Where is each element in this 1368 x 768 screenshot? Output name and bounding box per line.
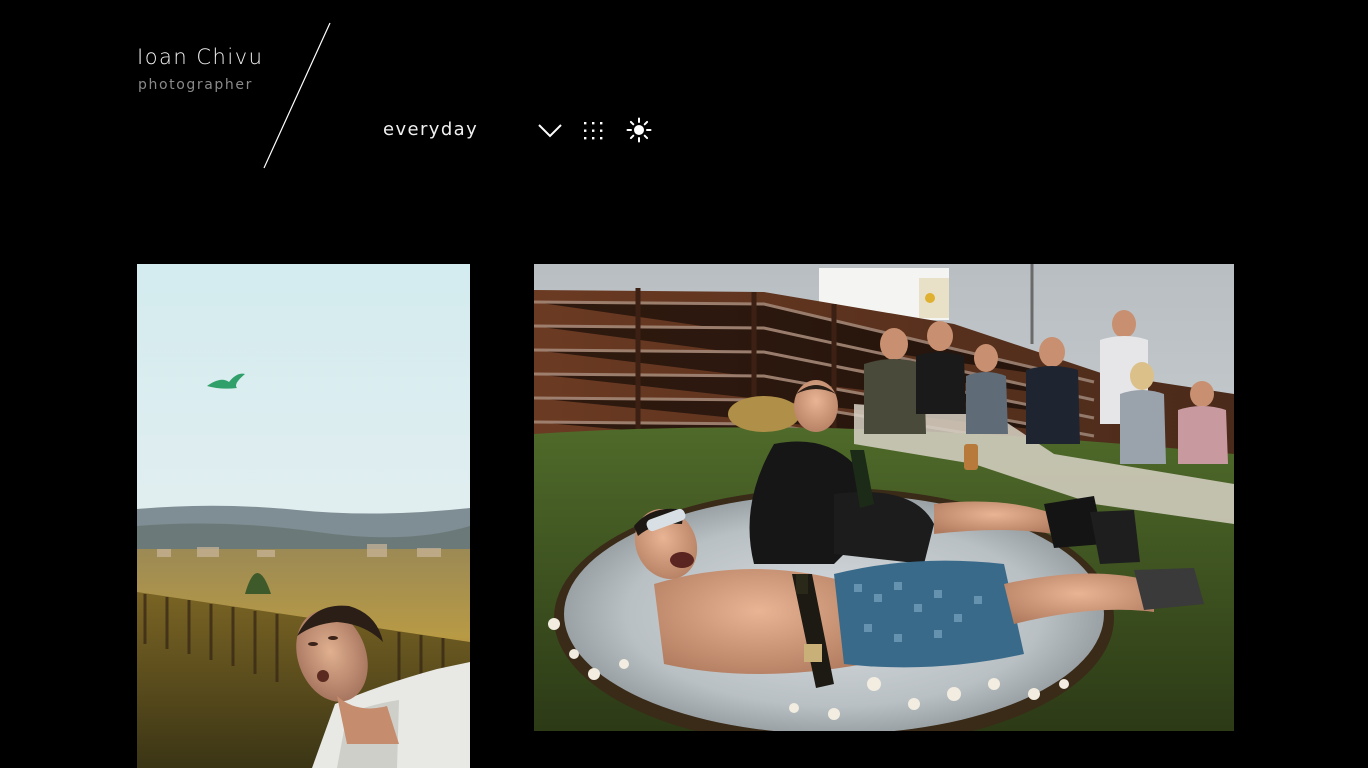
header-divider-slash — [263, 22, 331, 169]
gallery-selector-label[interactable]: everyday — [383, 119, 478, 140]
grid-icon[interactable] — [582, 120, 606, 142]
gallery-photo[interactable] — [137, 264, 470, 768]
site-title[interactable]: Ioan Chivu — [137, 45, 263, 69]
sun-icon[interactable] — [626, 117, 652, 143]
photo-image — [534, 264, 1234, 731]
photo-image — [137, 264, 470, 768]
page: Ioan Chivu photographer everyday — [0, 0, 1368, 768]
gallery-photo[interactable] — [534, 264, 1234, 731]
site-tagline: photographer — [138, 77, 253, 93]
chevron-down-icon[interactable] — [537, 121, 563, 139]
